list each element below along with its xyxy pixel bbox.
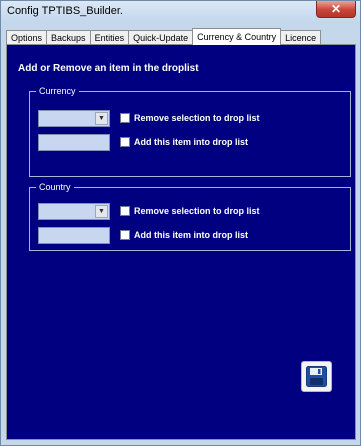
chevron-down-icon[interactable]: ▼: [95, 112, 108, 125]
chevron-down-icon[interactable]: ▼: [95, 205, 108, 218]
country-group-label: Country: [36, 181, 74, 193]
tab-currency-country[interactable]: Currency & Country: [192, 28, 282, 45]
close-icon: ✕: [330, 2, 342, 16]
tab-strip: Options Backups Entities Quick-Update Cu…: [6, 28, 322, 45]
country-new-item-field[interactable]: [38, 227, 110, 244]
currency-remove-checkbox[interactable]: [120, 113, 130, 123]
currency-country-panel: Add or Remove an item in the droplist Cu…: [6, 44, 356, 440]
currency-new-item-field[interactable]: [38, 134, 110, 151]
currency-dropdown[interactable]: ▼: [38, 110, 110, 127]
tab-quick-update[interactable]: Quick-Update: [128, 30, 194, 45]
currency-add-label: Add this item into drop list: [134, 137, 248, 147]
title-bar: Config TPTIBS_Builder. ✕: [1, 1, 360, 23]
country-add-option: Add this item into drop list: [120, 228, 248, 242]
floppy-disk-icon: [306, 366, 327, 387]
currency-add-checkbox[interactable]: [120, 137, 130, 147]
currency-remove-label: Remove selection to drop list: [134, 113, 260, 123]
tab-backups[interactable]: Backups: [46, 30, 91, 45]
currency-remove-option: Remove selection to drop list: [120, 111, 260, 125]
country-add-label: Add this item into drop list: [134, 230, 248, 240]
config-window: Config TPTIBS_Builder. ✕ Options Backups…: [0, 0, 361, 446]
currency-group: Currency ▼ Remove selection to drop list…: [29, 85, 351, 177]
currency-group-label: Currency: [36, 85, 79, 97]
tab-options[interactable]: Options: [6, 30, 48, 45]
currency-add-option: Add this item into drop list: [120, 135, 248, 149]
save-button[interactable]: [301, 361, 332, 392]
tab-entities[interactable]: Entities: [89, 30, 130, 45]
country-group: Country ▼ Remove selection to drop list …: [29, 181, 351, 251]
country-add-checkbox[interactable]: [120, 230, 130, 240]
country-dropdown[interactable]: ▼: [38, 203, 110, 220]
country-remove-label: Remove selection to drop list: [134, 206, 260, 216]
window-title: Config TPTIBS_Builder.: [7, 5, 123, 17]
panel-heading: Add or Remove an item in the droplist: [18, 63, 199, 74]
tab-licence[interactable]: Licence: [280, 30, 322, 45]
close-button[interactable]: ✕: [316, 1, 356, 18]
country-remove-option: Remove selection to drop list: [120, 204, 260, 218]
country-remove-checkbox[interactable]: [120, 206, 130, 216]
